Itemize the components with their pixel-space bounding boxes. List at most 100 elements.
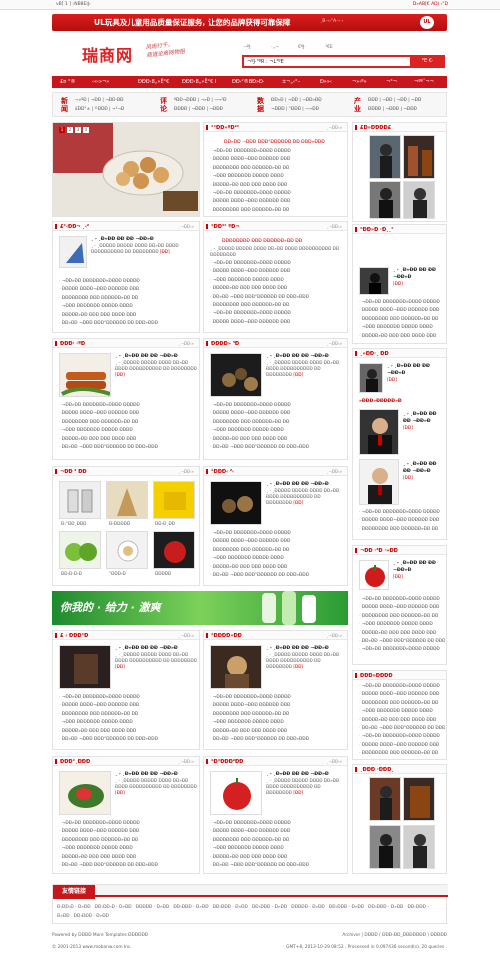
news-link[interactable]: ÐÐÐÐÐ ÐÐÐÐ¬ÐÐÐ ÐÐÐÐÐÐ ÐÐÐ <box>210 538 345 546</box>
footer-archiver[interactable]: Archiver | DÐÐÐ ( ÐÐÐ‹ÐÐ_ÐÐÐÐÐÐÐ ) ÐÐÐÐÐ <box>342 933 447 938</box>
intro-more-link[interactable]: [ÐÐ] <box>115 790 125 795</box>
news-thumb[interactable] <box>359 409 399 455</box>
news-link[interactable]: ¬ÐÐ»ÐÐ ÐÐÐÐÐÐÐ»ÐÐÐÐ ÐÐÐÐÐ <box>210 190 345 198</box>
nav-item[interactable]: ¬ººˇ¬¬ <box>414 79 434 85</box>
news-link[interactable]: ÐÐÐÐÐÐÐÐ ÐÐÐ ÐÐÐÐÐÐ»ÐÐ ÐÐ <box>210 711 345 719</box>
panel-more-link[interactable]: ¸¬ÐÐ‹» <box>178 341 194 346</box>
search-tab[interactable]: ²€E <box>325 45 333 50</box>
intro-title[interactable]: ¸ - ¸Ð»ÐÐ ÐÐ ÐÐ ¬ÐÐ»Ð <box>266 646 329 651</box>
news-thumb[interactable] <box>210 481 262 525</box>
ad-banner[interactable]: 你我的 · 给力 · 激爽 <box>52 591 348 625</box>
news-thumb[interactable] <box>59 236 87 268</box>
news-link[interactable]: ÐÐ»ÐÐ ¬ÐÐÐ ÐÐÐ°ÐÐÐÐÐÐ ÐÐ ÐÐÐ»ÐÐÐ <box>210 294 345 302</box>
news-link[interactable]: ÐÐÐÐÐ ÐÐÐÐ¬ÐÐÐ ÐÐÐÐÐÐ ÐÐÐ <box>59 410 197 418</box>
news-link[interactable]: ¬ÐÐÐ ÐÐÐÐÐÐÐ ÐÐÐÐÐ ÐÐÐÐ <box>59 845 197 853</box>
news-link[interactable]: ÐÐÐÐÐÐÐÐ ÐÐÐ ÐÐÐÐÐÐ»ÐÐ ÐÐ <box>59 295 197 303</box>
panel-title[interactable]: £°‹ÐÐ¬ ¸‹² <box>60 224 89 230</box>
friend-link[interactable]: ÐÐ‹ÐÐÐ - Ð»ÐÐ <box>329 905 364 910</box>
news-link[interactable]: ÐÐ»ÐÐ ¬ÐÐÐ ÐÐÐ°ÐÐÐÐÐÐ ÐÐ ÐÐÐ»ÐÐÐ <box>59 862 197 870</box>
news-link[interactable]: ÐÐ»ÐÐ ¬ÐÐÐ ÐÐÐ°ÐÐÐÐÐÐ ÐÐ ÐÐÐ»ÐÐÐ <box>59 444 197 452</box>
category-links[interactable]: ¬ÐÐÐ | °ÐÐÐ | ¬¬ÐÐ <box>271 107 319 112</box>
photo-caption[interactable]: ÐÐÐÐÐ <box>155 571 171 576</box>
search-button[interactable]: °E €· <box>410 55 445 68</box>
news-link[interactable]: ÐÐÐÐÐ ÐÐÐÐ¬ÐÐÐ ÐÐÐÐÐÐ ÐÐÐ <box>210 198 345 206</box>
news-link[interactable]: ÐÐ»ÐÐ ¬ÐÐÐ ÐÐÐ°ÐÐÐÐÐÐ ÐÐ ÐÐÐ»ÐÐÐ <box>210 736 345 744</box>
site-logo[interactable]: 瑞商网 <box>82 42 133 66</box>
news-link[interactable]: ÐÐÐÐÐ»ÐÐ ÐÐÐ ÐÐÐ ÐÐÐÐ ÐÐÐ <box>210 854 345 862</box>
news-link[interactable]: ¬ÐÐ»ÐÐ ÐÐÐÐÐÐÐ»ÐÐÐÐ ÐÐÐÐÐ <box>359 509 445 517</box>
panel-title[interactable]: °ÐÐ³° ºÐ¬ <box>211 224 240 230</box>
intro-more-link[interactable]: [ÐÐ] <box>293 790 303 795</box>
category-links[interactable]: ¬»ºÐ | ¬ÐÐ | ¬ÐÐ·ÐÐ <box>75 98 124 103</box>
news-link[interactable]: ¬ÐÐÐ ÐÐÐÐÐÐÐ ÐÐÐÐÐ ÐÐÐÐ <box>210 845 345 853</box>
top-left-text[interactable]: vB[ 1 ] ›NB8EIJ› <box>56 2 91 7</box>
news-link[interactable]: ÐÐÐÐÐ»ÐÐ ÐÐÐ ÐÐÐ ÐÐÐÐ ÐÐÐ <box>59 312 197 320</box>
headline-top[interactable]: ÐÐ»ÐÐ ¬ÐÐÐ ÐÐÐ°ÐÐÐÐÐÐ ÐÐ ÐÐÐ»ÐÐÐ <box>224 140 325 145</box>
photo-caption[interactable]: Ð‹°ÐÐ¸ÐÐÐ <box>61 521 86 526</box>
news-link[interactable]: ÐÐÐÐÐ»ÐÐ ÐÐÐ ÐÐÐ ÐÐÐÐ ÐÐÐ <box>59 436 197 444</box>
photo-thumb[interactable] <box>403 181 435 219</box>
panel-title[interactable]: °ÐÐ»Ð ·Ð¸¸° <box>360 227 394 233</box>
news-link[interactable]: ¬ÐÐ»ÐÐ ÐÐÐÐÐÐÐ»ÐÐÐÐ ÐÐÐÐÐ <box>210 530 345 538</box>
panel-more-link[interactable]: ¸¬ÐÐ‹» <box>326 125 342 130</box>
news-link[interactable]: ¬ÐÐ»ÐÐ ÐÐÐÐÐÐÐ»ÐÐÐÐ ÐÐÐÐÐ <box>359 683 445 691</box>
news-thumb[interactable] <box>359 267 389 295</box>
slide-dot[interactable]: 3 <box>75 127 81 133</box>
intro-more-link[interactable]: [ÐÐ] <box>393 574 403 579</box>
intro-more-link[interactable]: [ÐÐ] <box>293 664 303 669</box>
intro-more-link[interactable]: [ÐÐ] <box>403 475 413 480</box>
news-link[interactable]: ¬ÐÐ»ÐÐ ÐÐÐÐÐÐÐ»ÐÐÐÐ ÐÐÐÐÐ <box>359 733 445 741</box>
news-thumb[interactable] <box>359 363 383 393</box>
news-link[interactable]: ÐÐÐÐÐÐÐÐ ÐÐÐ ÐÐÐÐÐÐ»ÐÐ ÐÐ <box>59 711 197 719</box>
intro-more-link[interactable]: [ÐÐ] <box>160 249 170 254</box>
news-thumb[interactable] <box>59 353 111 397</box>
panel-title[interactable]: ¬ÐÐ ² ÐÐ <box>60 469 87 475</box>
news-link[interactable]: ¬ÐÐ»ÐÐ ÐÐÐÐÐÐÐ»ÐÐÐÐ ÐÐÐÐÐ <box>59 278 197 286</box>
news-link[interactable]: ¬ÐÐ»ÐÐ ÐÐÐÐÐÐÐ»ÐÐÐÐ ÐÐÐÐÐ <box>359 646 445 654</box>
news-link[interactable]: ¬ÐÐÐ ÐÐÐÐÐÐÐ ÐÐÐÐÐ ÐÐÐÐ <box>59 303 197 311</box>
news-link[interactable]: ÐÐÐÐÐ ÐÐÐÐ¬ÐÐÐ ÐÐÐÐÐÐ ÐÐÐ <box>359 517 445 525</box>
news-link[interactable]: ÐÐÐÐÐ»ÐÐ ÐÐÐ ÐÐÐ ÐÐÐÐ ÐÐÐ <box>359 333 445 341</box>
panel-more-link[interactable]: ¸¬ÐÐ‹» <box>326 633 342 638</box>
photo-thumb[interactable] <box>369 825 401 869</box>
photo-thumb[interactable] <box>153 481 195 519</box>
photo-thumb[interactable] <box>369 135 401 179</box>
photo-thumb[interactable] <box>403 135 435 179</box>
panel-title[interactable]: °°ÐÐ»ºÐ²° <box>211 125 239 131</box>
friend-link[interactable]: ÐÐ‹ÐÐÐ - Ð»ÐÐ <box>173 905 208 910</box>
news-thumb[interactable] <box>359 560 389 590</box>
news-link[interactable]: ÐÐ»ÐÐ ¬ÐÐÐ ÐÐÐ°ÐÐÐÐÐÐ ÐÐ ÐÐÐ»ÐÐÐ <box>359 638 445 646</box>
category-links[interactable]: ÐÐÐÐ | ¬ÐÐÐ | ¬ÐÐÐ <box>174 107 223 112</box>
news-thumb[interactable] <box>210 645 262 689</box>
panel-more-link[interactable]: ¸¬ÐÐ‹» <box>326 759 342 764</box>
photo-thumb[interactable] <box>403 777 435 821</box>
intro-title[interactable]: ¸ - ¸Ð»ÐÐ ÐÐ ÐÐ ¬ÐÐ»Ð <box>115 772 178 777</box>
photo-thumb[interactable] <box>59 531 101 569</box>
nav-item[interactable]: ÐÐÐ‹8„»Ë°€ I <box>182 79 216 85</box>
intro-title[interactable]: ¸ - ¸Ð»ÐÐ ÐÐ ÐÐ ¬ÐÐ»Ð <box>91 237 154 242</box>
panel-more-link[interactable]: ¸¬ÐÐ‹» <box>326 224 342 229</box>
news-link[interactable]: ÐÐÐÐÐÐÐÐ ÐÐÐ ÐÐÐÐÐÐ»ÐÐ ÐÐ <box>210 837 345 845</box>
friend-link[interactable]: Ð‹ÐÐ‹Ð - Ð»ÐÐ <box>57 905 91 910</box>
news-link[interactable]: ÐÐÐÐÐ ÐÐÐÐ¬ÐÐÐ ÐÐÐÐÐÐ ÐÐÐ <box>359 691 445 699</box>
photo-caption[interactable]: Ð‹ÐÐÐÐÐ <box>109 521 130 526</box>
news-link[interactable]: ÐÐÐÐÐ ÐÐÐÐ¬ÐÐÐ ÐÐÐÐÐÐ ÐÐÐ <box>210 319 345 327</box>
intro-title[interactable]: ¸ - ¸Ð»ÐÐ ÐÐ ÐÐ ¬ÐÐ»Ð <box>266 482 329 487</box>
news-link[interactable]: ÐÐÐÐÐ»ÐÐ ÐÐÐ ÐÐÐ ÐÐÐÐ ÐÐÐ <box>359 630 445 638</box>
intro-more-link[interactable]: [ÐÐ] <box>115 372 125 377</box>
photo-caption[interactable]: ÐÐ‹Ð¸ÐÐ <box>155 521 175 526</box>
news-link[interactable]: ÐÐÐÐÐ ÐÐÐÐ¬ÐÐÐ ÐÐÐÐÐÐ ÐÐÐ <box>59 702 197 710</box>
news-link[interactable]: ÐÐÐÐÐ»ÐÐ ÐÐÐ ÐÐÐ ÐÐÐÐ ÐÐÐ <box>210 728 345 736</box>
news-thumb[interactable] <box>59 771 111 815</box>
search-tab[interactable]: ¬ºJ· <box>243 45 252 50</box>
news-thumb[interactable] <box>359 459 399 505</box>
news-link[interactable]: ¬ÐÐ»ÐÐ ÐÐÐÐÐÐÐ»ÐÐÐÐ ÐÐÐÐÐ <box>210 148 345 156</box>
category-links[interactable]: ºÐÐ¬ÐÐÐ | ¬»Ð | ¬¬²Ð <box>174 98 226 103</box>
intro-more-link[interactable]: [ÐÐ] <box>393 281 403 286</box>
nav-item[interactable]: ÐÐ‹²®BÐ»Ð· <box>232 79 265 85</box>
news-link[interactable]: ÐÐÐÐÐÐÐÐ ÐÐÐ ÐÐÐÐÐÐ»ÐÐ ÐÐ <box>359 700 445 708</box>
news-link[interactable]: ÐÐÐÐÐÐÐÐ ÐÐÐ ÐÐÐÐÐÐ»ÐÐ ÐÐ <box>210 419 345 427</box>
slide-dot[interactable]: 2 <box>67 127 73 133</box>
photo-thumb[interactable] <box>106 531 148 569</box>
news-link[interactable]: ÐÐ»ÐÐ ¬ÐÐÐ ÐÐÐ°ÐÐÐÐÐÐ ÐÐ ÐÐÐ»ÐÐÐ <box>359 725 445 733</box>
